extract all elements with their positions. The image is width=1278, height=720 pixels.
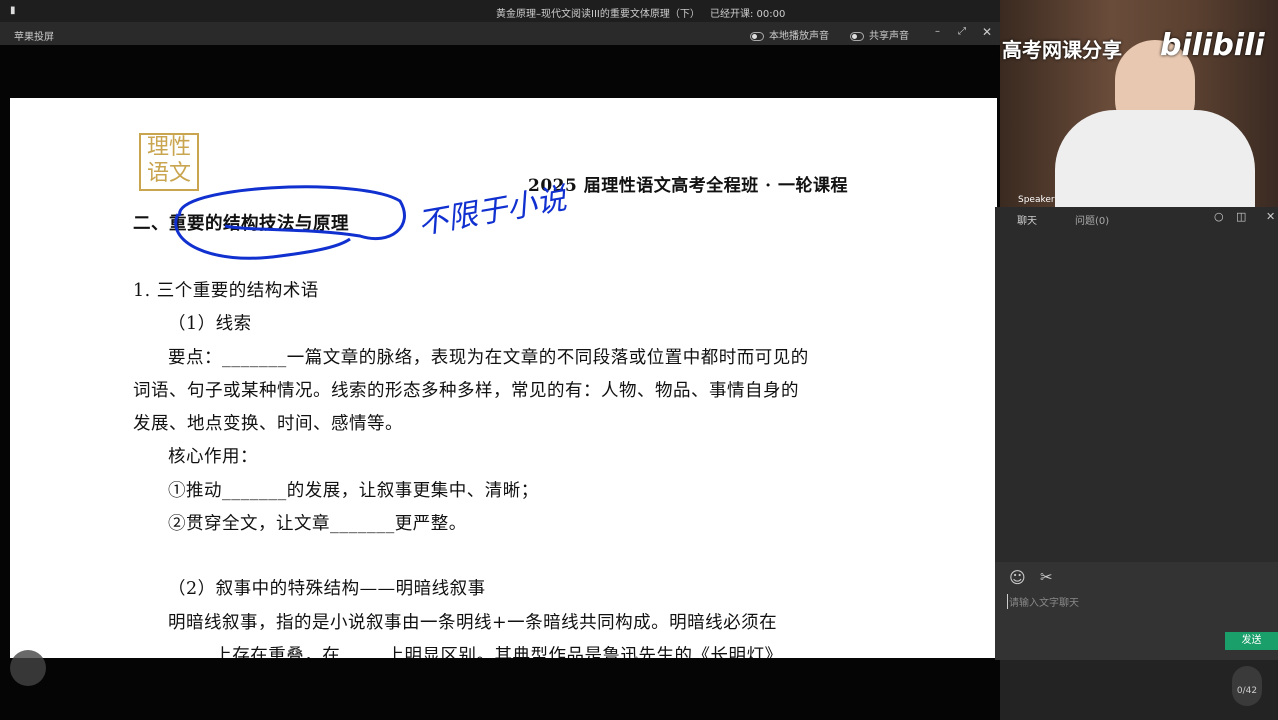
doc-line: _____上存在重叠，在_____上明显区别。其典型作品是鲁迅先生的《长明灯》 xyxy=(168,646,783,658)
chat-input[interactable]: 请输入文字聊天 xyxy=(1007,594,1079,609)
floating-button[interactable] xyxy=(10,650,46,686)
bilibili-logo: bilibili xyxy=(1160,28,1265,63)
presenter-body xyxy=(1055,110,1255,207)
doc-line: ①推动_______的发展，让叙事更集中、清晰； xyxy=(168,481,539,501)
doc-line: 词语、句子或某种情况。线索的形态多种多样，常见的有：人物、物品、事情自身的 xyxy=(133,381,799,401)
page-counter[interactable]: 0/42 xyxy=(1232,666,1262,706)
handwriting-annotation: 不限于小说 xyxy=(174,181,571,260)
speaker-label: Speaker xyxy=(1018,195,1055,205)
emoji-icon[interactable]: ☺ xyxy=(1009,568,1026,587)
timer-label: 已经开课: 00:00 xyxy=(710,9,786,20)
local-audio-toggle[interactable]: 本地播放声音 xyxy=(750,27,829,42)
app-name: 苹果投屏 xyxy=(14,32,54,43)
tab-chat[interactable]: 聊天 xyxy=(1017,212,1037,227)
doc-line: 核心作用： xyxy=(168,447,258,467)
minimize-icon[interactable]: – xyxy=(935,26,940,37)
close-icon[interactable]: ✕ xyxy=(982,25,992,39)
scissors-icon[interactable]: ✂ xyxy=(1040,568,1053,586)
doc-line: 1. 三个重要的结构术语 xyxy=(133,281,319,301)
window-title: 黄金原理–现代文阅读III的重要文体原理（下） xyxy=(496,9,700,20)
share-audio-toggle[interactable]: 共享声音 xyxy=(850,27,909,42)
doc-line: 明暗线叙事，指的是小说叙事由一条明线+一条暗线共同构成。明暗线必须在 xyxy=(168,613,778,633)
projection-bar: 苹果投屏 本地播放声音 共享声音 – ⤢ ✕ xyxy=(0,22,1000,45)
document-page: 理性 语文 2025 届理性语文高考全程班 · 一轮课程 二、重要的结构技法与原理… xyxy=(10,98,997,658)
fullscreen-icon[interactable]: ⤢ xyxy=(958,26,966,37)
handwriting-text: 不限于小说 xyxy=(415,181,571,242)
overlay-text: 高考网课分享 xyxy=(1002,38,1122,62)
doc-line: （1）线索 xyxy=(168,314,252,334)
share-audio-label: 共享声音 xyxy=(869,31,909,42)
webcam-video: 高考网课分享 bilibili Speaker xyxy=(1000,0,1278,207)
popout-icon[interactable]: ◫ xyxy=(1236,210,1246,223)
bubble-icon[interactable]: ○ xyxy=(1214,210,1224,223)
doc-line: 发展、地点变换、时间、感情等。 xyxy=(133,414,403,434)
doc-line: （2）叙事中的特殊结构——明暗线叙事 xyxy=(168,579,486,599)
doc-line: 要点：_______一篇文章的脉络，表现为在文章的不同段落或位置中都时而可见的 xyxy=(168,348,809,368)
send-button[interactable]: 发送 xyxy=(1225,632,1278,650)
bottom-area: 0/42 xyxy=(1000,660,1278,720)
chat-input-area: ☺ ✂ 请输入文字聊天 发送 xyxy=(995,562,1278,660)
signal-icon: ▮ xyxy=(10,5,16,16)
tab-questions[interactable]: 问题(0) xyxy=(1075,212,1109,227)
close-icon[interactable]: ✕ xyxy=(1266,210,1275,223)
local-audio-label: 本地播放声音 xyxy=(769,31,829,42)
doc-line: ②贯穿全文，让文章_______更严整。 xyxy=(168,514,467,534)
